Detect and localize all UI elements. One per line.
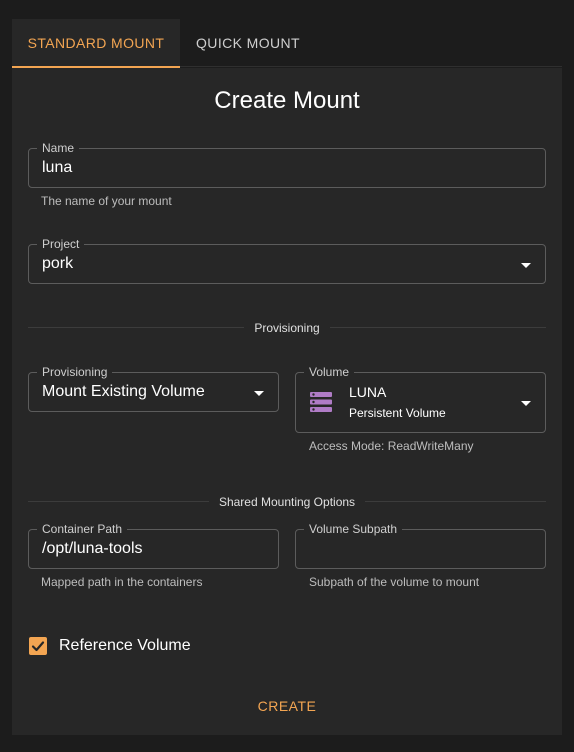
name-label: Name — [37, 140, 80, 156]
container-path-field[interactable]: Container Path /opt/luna-tools — [28, 521, 279, 569]
shared-options-section-label: Shared Mounting Options — [12, 495, 562, 509]
volume-name: LUNA — [349, 384, 387, 400]
mount-tabs: STANDARD MOUNT QUICK MOUNT — [12, 19, 562, 68]
provisioning-value: Mount Existing Volume — [42, 383, 205, 400]
reference-volume-checkbox[interactable] — [29, 637, 47, 655]
checkmark-icon — [31, 641, 45, 652]
page-title: Create Mount — [214, 87, 360, 114]
storage-icon — [310, 392, 332, 412]
volume-select[interactable]: Volume LUNA Persistent Volume — [295, 364, 546, 433]
volume-subpath-field[interactable]: Volume Subpath — [295, 521, 546, 569]
provisioning-label: Provisioning — [37, 364, 113, 380]
tab-quick-mount[interactable]: QUICK MOUNT — [180, 19, 316, 67]
volume-access-mode: Access Mode: ReadWriteMany — [309, 439, 474, 453]
project-select[interactable]: Project pork — [28, 236, 546, 284]
volume-subpath-helper: Subpath of the volume to mount — [309, 575, 480, 589]
name-field[interactable]: Name luna — [28, 140, 546, 188]
project-label: Project — [37, 236, 85, 252]
volume-label: Volume — [304, 364, 355, 380]
create-mount-card: Create Mount Name luna The name of your … — [12, 68, 562, 735]
name-value: luna — [42, 159, 73, 176]
chevron-down-icon — [254, 391, 264, 396]
container-path-label: Container Path — [37, 521, 128, 537]
chevron-down-icon — [521, 401, 531, 406]
reference-volume-label[interactable]: Reference Volume — [59, 637, 191, 655]
project-value: pork — [42, 255, 74, 272]
volume-type: Persistent Volume — [349, 406, 446, 420]
container-path-value: /opt/luna-tools — [42, 540, 143, 557]
tab-standard-mount[interactable]: STANDARD MOUNT — [12, 19, 180, 68]
name-helper: The name of your mount — [41, 194, 172, 208]
volume-subpath-label: Volume Subpath — [304, 521, 403, 537]
provisioning-select[interactable]: Provisioning Mount Existing Volume — [28, 364, 279, 412]
create-button[interactable]: CREATE — [242, 698, 332, 722]
provisioning-section-label: Provisioning — [12, 321, 562, 335]
container-path-helper: Mapped path in the containers — [41, 575, 203, 589]
chevron-down-icon — [521, 263, 531, 268]
